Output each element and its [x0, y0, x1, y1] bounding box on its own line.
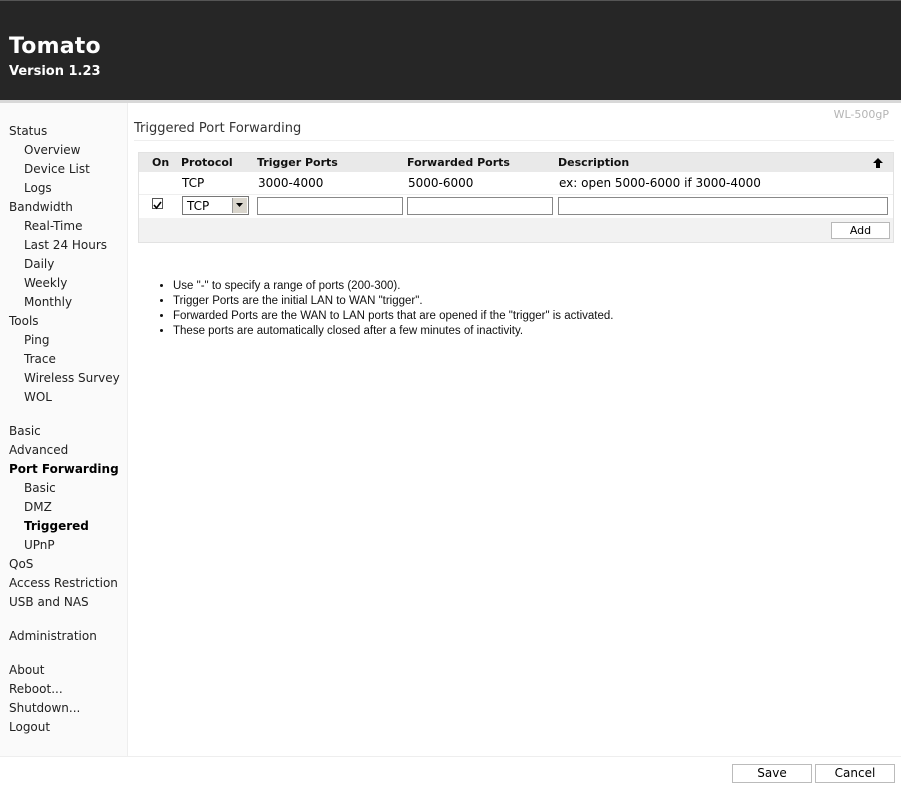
nav-ping[interactable]: Ping [24, 332, 50, 348]
help-notes: Use "-" to specify a range of ports (200… [159, 279, 613, 339]
nav-basic[interactable]: Basic [9, 423, 41, 439]
nav-logs[interactable]: Logs [24, 180, 52, 196]
up-arrow-icon[interactable] [873, 158, 883, 168]
table-cell-protocol: TCP [182, 176, 205, 190]
nav-administration[interactable]: Administration [9, 628, 97, 644]
on-checkbox[interactable] [152, 198, 163, 210]
table-cell-forwarded-ports: 5000-6000 [408, 176, 474, 190]
table-cell-trigger-ports: 3000-4000 [258, 176, 324, 190]
nav-device-list[interactable]: Device List [24, 161, 90, 177]
column-header-protocol[interactable]: Protocol [181, 156, 233, 169]
chevron-down-icon[interactable] [232, 198, 247, 213]
grid-footer: Add [139, 218, 893, 242]
nav-pf-basic[interactable]: Basic [24, 480, 56, 496]
app-header: Tomato Version 1.23 [0, 0, 901, 100]
save-button[interactable]: Save [732, 764, 812, 783]
nav-pf-triggered[interactable]: Triggered [24, 518, 89, 534]
nav-monthly[interactable]: Monthly [24, 294, 72, 310]
protocol-select[interactable]: TCP [182, 196, 249, 215]
forwarded-ports-input[interactable] [407, 197, 553, 215]
column-header-description[interactable]: Description [558, 156, 629, 169]
nav-about[interactable]: About [9, 662, 44, 678]
row-divider [139, 194, 893, 195]
cancel-button[interactable]: Cancel [815, 764, 895, 783]
protocol-select-value: TCP [187, 199, 210, 213]
sidebar: Status Overview Device List Logs Bandwid… [0, 103, 128, 756]
trigger-ports-input[interactable] [257, 197, 403, 215]
description-input[interactable] [558, 197, 888, 215]
note-item: Use "-" to specify a range of ports (200… [173, 279, 613, 294]
nav-reboot[interactable]: Reboot... [9, 681, 63, 697]
router-model: WL-500gP [833, 108, 889, 121]
grid-header: On Protocol Trigger Ports Forwarded Port… [139, 153, 893, 172]
nav-bandwidth[interactable]: Bandwidth [9, 199, 73, 215]
nav-pf-upnp[interactable]: UPnP [24, 537, 55, 553]
table-cell-description: ex: open 5000-6000 if 3000-4000 [559, 176, 761, 190]
column-header-trigger-ports[interactable]: Trigger Ports [257, 156, 338, 169]
footer-bar: Save Cancel [0, 756, 901, 788]
nav-logout[interactable]: Logout [9, 719, 50, 735]
nav-daily[interactable]: Daily [24, 256, 54, 272]
nav-advanced[interactable]: Advanced [9, 442, 68, 458]
nav-wireless-survey[interactable]: Wireless Survey [24, 370, 120, 386]
nav-tools[interactable]: Tools [9, 313, 39, 329]
nav-shutdown[interactable]: Shutdown... [9, 700, 80, 716]
nav-trace[interactable]: Trace [24, 351, 56, 367]
nav-weekly[interactable]: Weekly [24, 275, 67, 291]
title-divider [134, 140, 894, 141]
nav-wol[interactable]: WOL [24, 389, 52, 405]
trigger-rules-grid: On Protocol Trigger Ports Forwarded Port… [138, 152, 894, 243]
header-divider [0, 100, 901, 103]
note-item: Forwarded Ports are the WAN to LAN ports… [173, 309, 613, 324]
page-title: Triggered Port Forwarding [134, 121, 302, 136]
column-header-on[interactable]: On [152, 156, 169, 169]
nav-real-time[interactable]: Real-Time [24, 218, 82, 234]
note-item: Trigger Ports are the initial LAN to WAN… [173, 294, 613, 309]
add-button[interactable]: Add [831, 222, 890, 239]
check-mark-icon [153, 201, 162, 210]
nav-qos[interactable]: QoS [9, 556, 33, 572]
app-title: Tomato [9, 34, 101, 59]
app-version: Version 1.23 [9, 64, 101, 79]
nav-overview[interactable]: Overview [24, 142, 81, 158]
nav-status[interactable]: Status [9, 123, 47, 139]
nav-port-forwarding[interactable]: Port Forwarding [9, 461, 119, 477]
nav-access-restriction[interactable]: Access Restriction [9, 575, 118, 591]
note-item: These ports are automatically closed aft… [173, 324, 613, 339]
nav-last-24-hours[interactable]: Last 24 Hours [24, 237, 107, 253]
nav-usb-nas[interactable]: USB and NAS [9, 594, 89, 610]
column-header-forwarded-ports[interactable]: Forwarded Ports [407, 156, 510, 169]
nav-pf-dmz[interactable]: DMZ [24, 499, 52, 515]
